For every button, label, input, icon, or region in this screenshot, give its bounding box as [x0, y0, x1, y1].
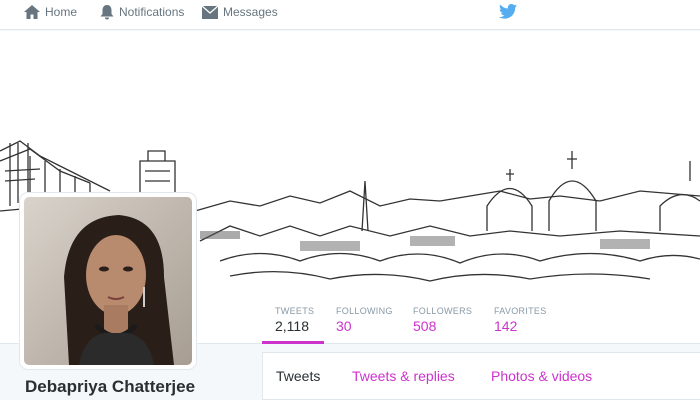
nav-notifications[interactable]: Notifications — [100, 0, 184, 24]
stat-following[interactable]: FOLLOWING 30 — [336, 306, 393, 334]
stat-followers[interactable]: FOLLOWERS 508 — [413, 306, 472, 334]
stat-favorites-label: FAVORITES — [494, 306, 547, 316]
nav-home[interactable]: Home — [24, 0, 77, 24]
stat-tweets-label: TWEETS — [275, 306, 315, 316]
stat-followers-label: FOLLOWERS — [413, 306, 473, 316]
tab-tweets-and-replies[interactable]: Tweets & replies — [352, 368, 455, 384]
active-stat-indicator — [262, 341, 324, 344]
avatar-photo — [24, 197, 192, 365]
stat-tweets-value: 2,118 — [275, 318, 309, 334]
home-icon — [24, 5, 40, 19]
nav-notifications-label: Notifications — [119, 5, 185, 19]
stat-favorites[interactable]: FAVORITES 142 — [494, 306, 547, 334]
bell-icon — [100, 4, 114, 20]
stat-favorites-value: 142 — [494, 318, 518, 334]
stat-tweets[interactable]: TWEETS 2,118 — [275, 306, 314, 334]
envelope-icon — [202, 5, 218, 19]
top-navigation-bar: Home Notifications Messages — [0, 0, 700, 30]
stat-following-value: 30 — [336, 318, 352, 334]
tab-photos-and-videos[interactable]: Photos & videos — [491, 368, 592, 384]
nav-messages[interactable]: Messages — [202, 0, 278, 24]
nav-messages-label: Messages — [223, 5, 278, 19]
timeline-tabs: Tweets Tweets & replies Photos & videos — [262, 352, 700, 400]
tab-tweets[interactable]: Tweets — [276, 368, 320, 384]
profile-avatar[interactable] — [20, 193, 196, 369]
stat-following-label: FOLLOWING — [336, 306, 393, 316]
profile-full-name: Debapriya Chatterjee — [25, 377, 196, 396]
twitter-bird-icon[interactable] — [499, 4, 517, 24]
stat-followers-value: 508 — [413, 318, 437, 334]
nav-home-label: Home — [45, 5, 78, 19]
